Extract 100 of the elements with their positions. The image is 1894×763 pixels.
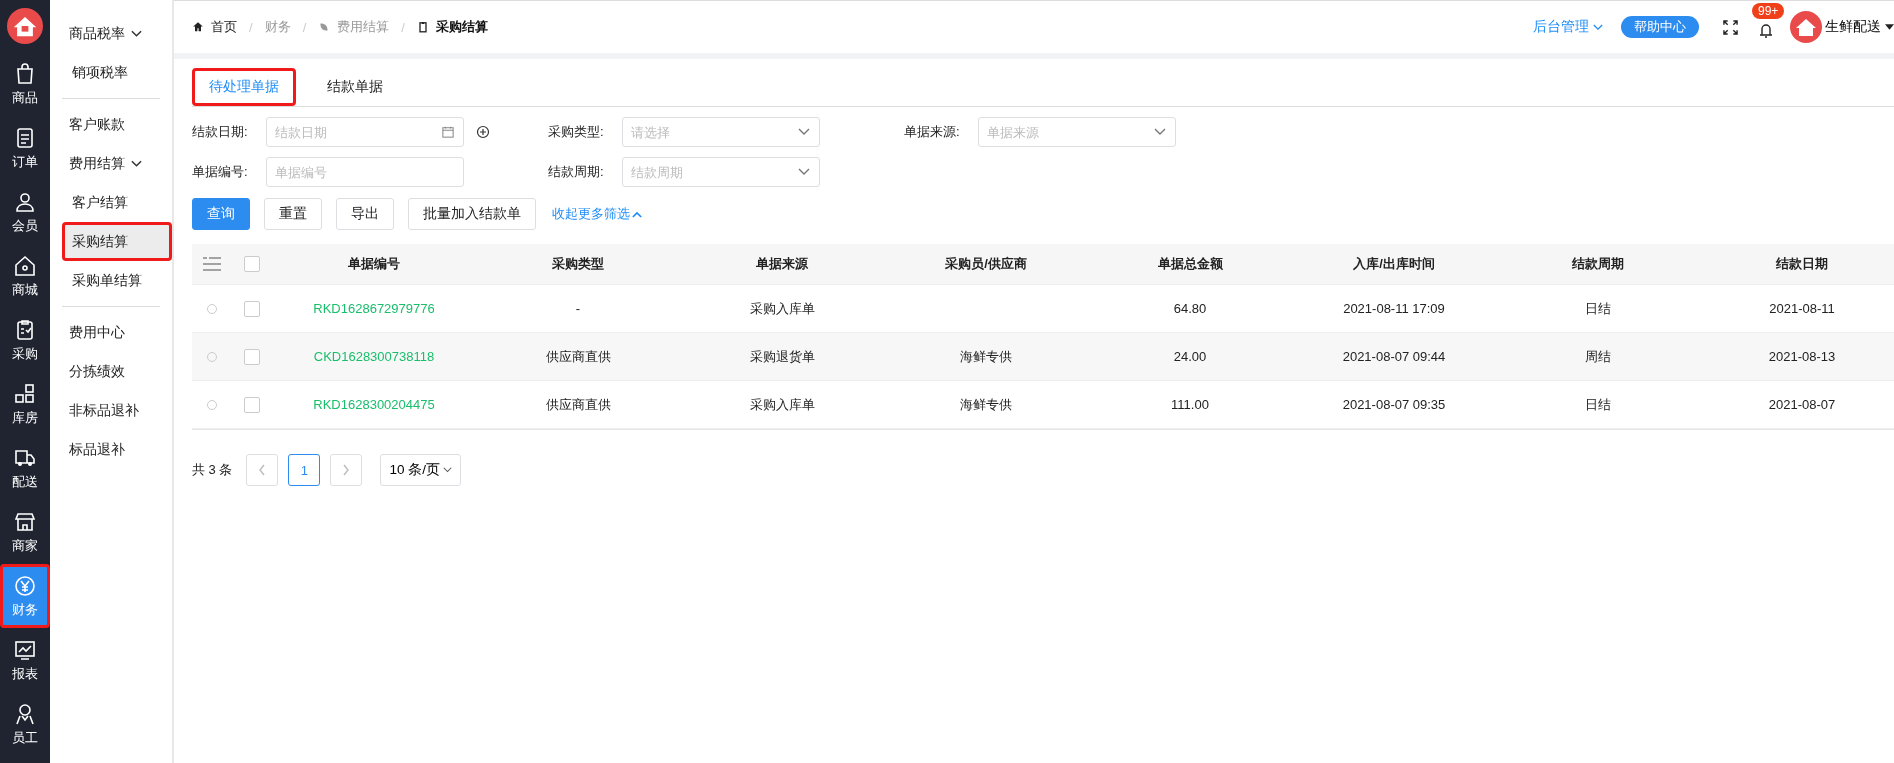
nav-item[interactable]: 商家 xyxy=(0,500,50,564)
clipboard-icon xyxy=(416,21,429,33)
field-label: 结款日期: xyxy=(192,123,249,141)
table-cell-text: 2021-08-07 09:44 xyxy=(1341,349,1447,364)
menu-item[interactable]: 采购结算 xyxy=(62,222,172,261)
field-label: 采购类型: xyxy=(548,123,605,141)
table-cell-text: 海鲜专供 xyxy=(959,395,1013,414)
breadcrumb-separator: / xyxy=(401,19,405,35)
field-label: 单据来源: xyxy=(904,123,961,141)
action-button[interactable]: 重置 xyxy=(264,198,322,230)
menu-item[interactable]: 采购单结算 xyxy=(62,261,172,300)
date-field[interactable]: 结款日期 xyxy=(266,117,464,147)
menu-group[interactable]: 费用结算 xyxy=(59,144,172,183)
checkbox[interactable] xyxy=(244,256,260,272)
menu-item[interactable]: 销项税率 xyxy=(62,53,172,92)
select-field[interactable]: 结款周期 xyxy=(622,157,820,187)
page-size-select[interactable]: 10 条/页 xyxy=(380,454,461,486)
action-button[interactable]: 批量加入结款单 xyxy=(408,198,536,230)
nav-item[interactable]: 订单 xyxy=(0,116,50,180)
table-cell-text: 供应商直供 xyxy=(544,347,612,366)
table-cell-text: 24.00 xyxy=(1172,349,1208,364)
chevron-right-icon xyxy=(342,464,351,476)
tab[interactable]: 结款单据 xyxy=(310,68,400,106)
action-button[interactable]: 导出 xyxy=(336,198,394,230)
menu-item[interactable]: 非标品退补 xyxy=(59,391,172,430)
breadcrumb-separator: / xyxy=(249,19,253,35)
chevron-icon xyxy=(443,467,452,473)
column-header: 入库/出库时间 xyxy=(1352,255,1436,273)
column-header: 结款周期 xyxy=(1571,255,1625,273)
nav-item[interactable]: 商城 xyxy=(0,244,50,308)
menu-item[interactable]: 费用中心 xyxy=(59,313,172,352)
breadcrumb-link[interactable]: 采购结算 xyxy=(435,18,488,36)
fullscreen-icon[interactable] xyxy=(1723,19,1738,35)
plus-circle-icon[interactable] xyxy=(476,125,490,139)
column-settings-icon[interactable] xyxy=(203,257,221,271)
checkbox[interactable] xyxy=(244,300,260,317)
input-field[interactable]: 单据编号 xyxy=(266,157,464,187)
calendar-icon xyxy=(442,126,454,138)
table-cell-text: - xyxy=(574,301,582,316)
chevron-icon xyxy=(1593,23,1603,31)
field-label: 结款周期: xyxy=(548,163,605,181)
menu-item[interactable]: 客户结算 xyxy=(62,183,172,222)
grid-icon xyxy=(13,381,37,406)
tab[interactable]: 待处理单据 xyxy=(192,68,296,106)
checkbox[interactable] xyxy=(244,348,260,365)
table-cell-text: 采购入库单 xyxy=(748,299,816,318)
table-cell-text: 2021-08-11 17:09 xyxy=(1342,301,1446,316)
collapse-filters-link[interactable]: 收起更多筛选 xyxy=(552,205,630,223)
avatar-icon[interactable] xyxy=(1790,11,1822,43)
breadcrumb-separator: / xyxy=(302,19,307,35)
total-count: 共 3 条 xyxy=(192,461,233,479)
nav-item[interactable]: 报表 xyxy=(0,628,50,692)
notification-badge: 99+ xyxy=(1752,3,1785,19)
column-header: 采购员/供应商 xyxy=(944,255,1028,273)
nav-item[interactable]: 配送 xyxy=(0,436,50,500)
select-field[interactable]: 单据来源 xyxy=(978,117,1176,147)
table-cell-text: 供应商直供 xyxy=(544,395,612,414)
admin-menu[interactable]: 后台管理 xyxy=(1533,18,1593,36)
table-cell-text: 2021-08-07 09:35 xyxy=(1341,397,1447,412)
person-icon xyxy=(13,701,37,726)
home-icon xyxy=(192,21,204,33)
menu-group[interactable]: 商品税率 xyxy=(59,14,172,53)
next-page-button[interactable] xyxy=(330,454,363,486)
column-header: 结款日期 xyxy=(1775,255,1829,273)
checkbox[interactable] xyxy=(244,396,260,413)
menu-item[interactable]: 客户账款 xyxy=(59,105,172,144)
logo-icon xyxy=(7,8,43,44)
menu-item[interactable]: 标品退补 xyxy=(59,430,172,469)
table-cell-text: 采购退货单 xyxy=(748,347,816,366)
yen-icon xyxy=(13,573,37,598)
table-cell-text: 2021-08-11 xyxy=(1768,301,1836,316)
column-header: 单据总金额 xyxy=(1156,255,1224,273)
select-field[interactable]: 请选择 xyxy=(622,117,820,147)
house-icon xyxy=(13,253,37,278)
nav-item[interactable]: 会员 xyxy=(0,180,50,244)
user-menu[interactable]: 生鲜配送 xyxy=(1825,18,1885,36)
menu-item[interactable]: 分拣绩效 xyxy=(59,352,172,391)
table-cell-text: 采购入库单 xyxy=(748,395,816,414)
bell-icon[interactable] xyxy=(1758,23,1774,39)
nav-item[interactable]: 员工 xyxy=(0,692,50,756)
nav-item[interactable]: 商品 xyxy=(0,52,50,116)
table-cell-text: 海鲜专供 xyxy=(959,347,1013,366)
table-cell-text: 2021-08-13 xyxy=(1767,349,1837,364)
chevron-left-icon xyxy=(258,464,267,476)
caret-icon xyxy=(1885,24,1894,30)
breadcrumb-link[interactable]: 首页 xyxy=(211,18,237,36)
column-header: 单据来源 xyxy=(755,255,809,273)
table-cell-text: 111.00 xyxy=(1170,397,1210,412)
column-header: 采购类型 xyxy=(551,255,605,273)
nav-item[interactable]: 采购 xyxy=(0,308,50,372)
chevron-up-icon xyxy=(632,210,642,218)
column-header: 单据编号 xyxy=(347,255,401,273)
chevron-icon xyxy=(131,29,142,38)
table-cell-text: 日结 xyxy=(1584,395,1612,414)
field-label: 单据编号: xyxy=(192,163,249,181)
table-cell-text: 周结 xyxy=(1584,347,1612,366)
chevron-icon xyxy=(131,159,142,168)
nav-item[interactable]: 库房 xyxy=(0,372,50,436)
table-cell-text: 2021-08-07 xyxy=(1767,397,1837,412)
previous-page-button[interactable] xyxy=(246,454,279,486)
